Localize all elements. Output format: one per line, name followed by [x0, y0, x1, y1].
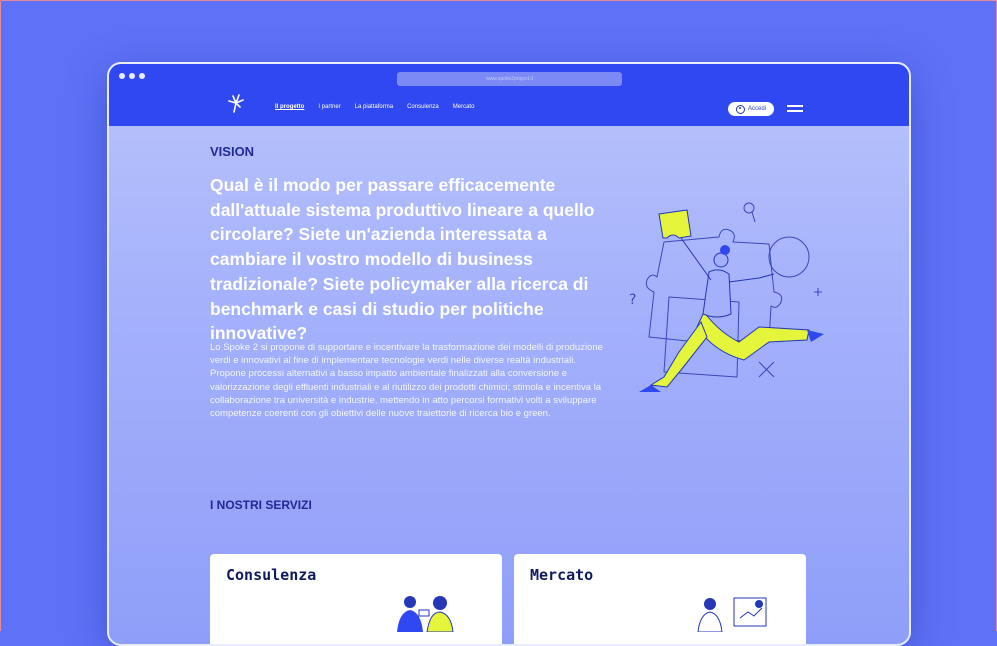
- vision-heading: VISION: [210, 144, 255, 159]
- service-card-consulenza[interactable]: Consulenza: [210, 554, 502, 644]
- window-controls: [119, 73, 145, 79]
- user-icon: [735, 104, 745, 114]
- services-heading: I NOSTRI SERVIZI: [210, 498, 312, 512]
- svg-text:?: ?: [629, 292, 636, 308]
- login-button[interactable]: Accedi: [728, 102, 774, 116]
- nav-item-i-partner[interactable]: I partner: [318, 104, 340, 110]
- meeting-people-illustration: [397, 596, 454, 632]
- nav-item-la-piattaforma[interactable]: La piattaforma: [355, 104, 393, 110]
- menu-icon[interactable]: [787, 105, 803, 113]
- card-title: Mercato: [530, 566, 594, 584]
- nav-item-il-progetto[interactable]: Il progetto: [275, 104, 304, 110]
- browser-window: www.spoke2project.it Il progetto I partn…: [107, 62, 911, 646]
- nav-item-mercato[interactable]: Mercato: [453, 104, 475, 110]
- vision-question: Qual è il modo per passare efficacemente…: [210, 175, 595, 344]
- logo-icon[interactable]: [227, 94, 245, 114]
- vision-body: Lo Spoke 2 si propone di supportare e in…: [210, 341, 605, 420]
- vision-paragraph: Propone processi alternativi a basso imp…: [210, 368, 602, 420]
- card-title: Consulenza: [226, 566, 317, 584]
- url-bar[interactable]: www.spoke2project.it: [397, 72, 622, 86]
- site-header: www.spoke2project.it Il progetto I partn…: [109, 64, 909, 126]
- window-dot[interactable]: [119, 73, 125, 79]
- login-label: Accedi: [747, 106, 766, 112]
- market-screen-illustration: [697, 597, 767, 632]
- service-card-mercato[interactable]: Mercato: [514, 554, 806, 644]
- window-dot[interactable]: [129, 73, 135, 79]
- main-nav: Il progetto I partner La piattaforma Con…: [275, 104, 474, 110]
- nav-item-consulenza[interactable]: Consulenza: [407, 104, 439, 110]
- vision-paragraph: Lo Spoke 2 si propone di supportare e in…: [210, 342, 603, 367]
- puzzle-person-illustration: ?: [629, 202, 824, 392]
- window-dot[interactable]: [139, 73, 145, 79]
